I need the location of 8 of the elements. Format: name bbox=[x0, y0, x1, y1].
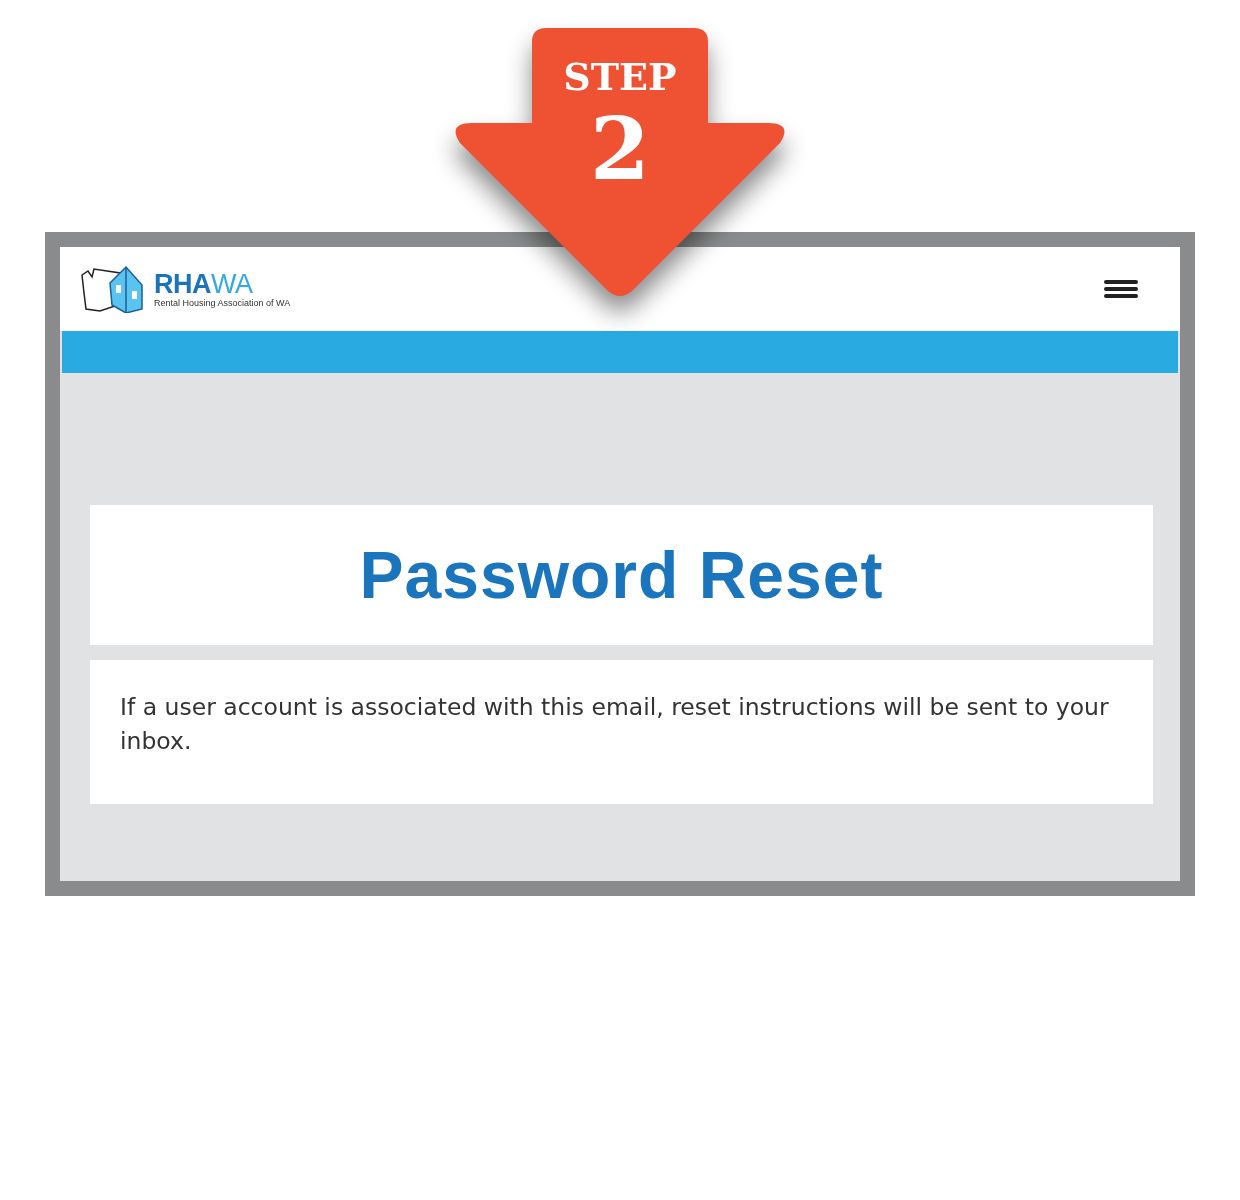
step-number: 2 bbox=[590, 99, 650, 199]
step-label: STEP bbox=[563, 55, 677, 99]
menu-button[interactable] bbox=[1104, 280, 1138, 298]
logo-tagline: Rental Housing Association of WA bbox=[154, 298, 291, 308]
menu-icon bbox=[1104, 280, 1138, 298]
reset-message: If a user account is associated with this email, reset instructions will be sent to your inbox. bbox=[120, 692, 1110, 757]
page-title: Password Reset bbox=[359, 537, 884, 613]
logo-wordmark: RHAWA bbox=[154, 270, 254, 298]
